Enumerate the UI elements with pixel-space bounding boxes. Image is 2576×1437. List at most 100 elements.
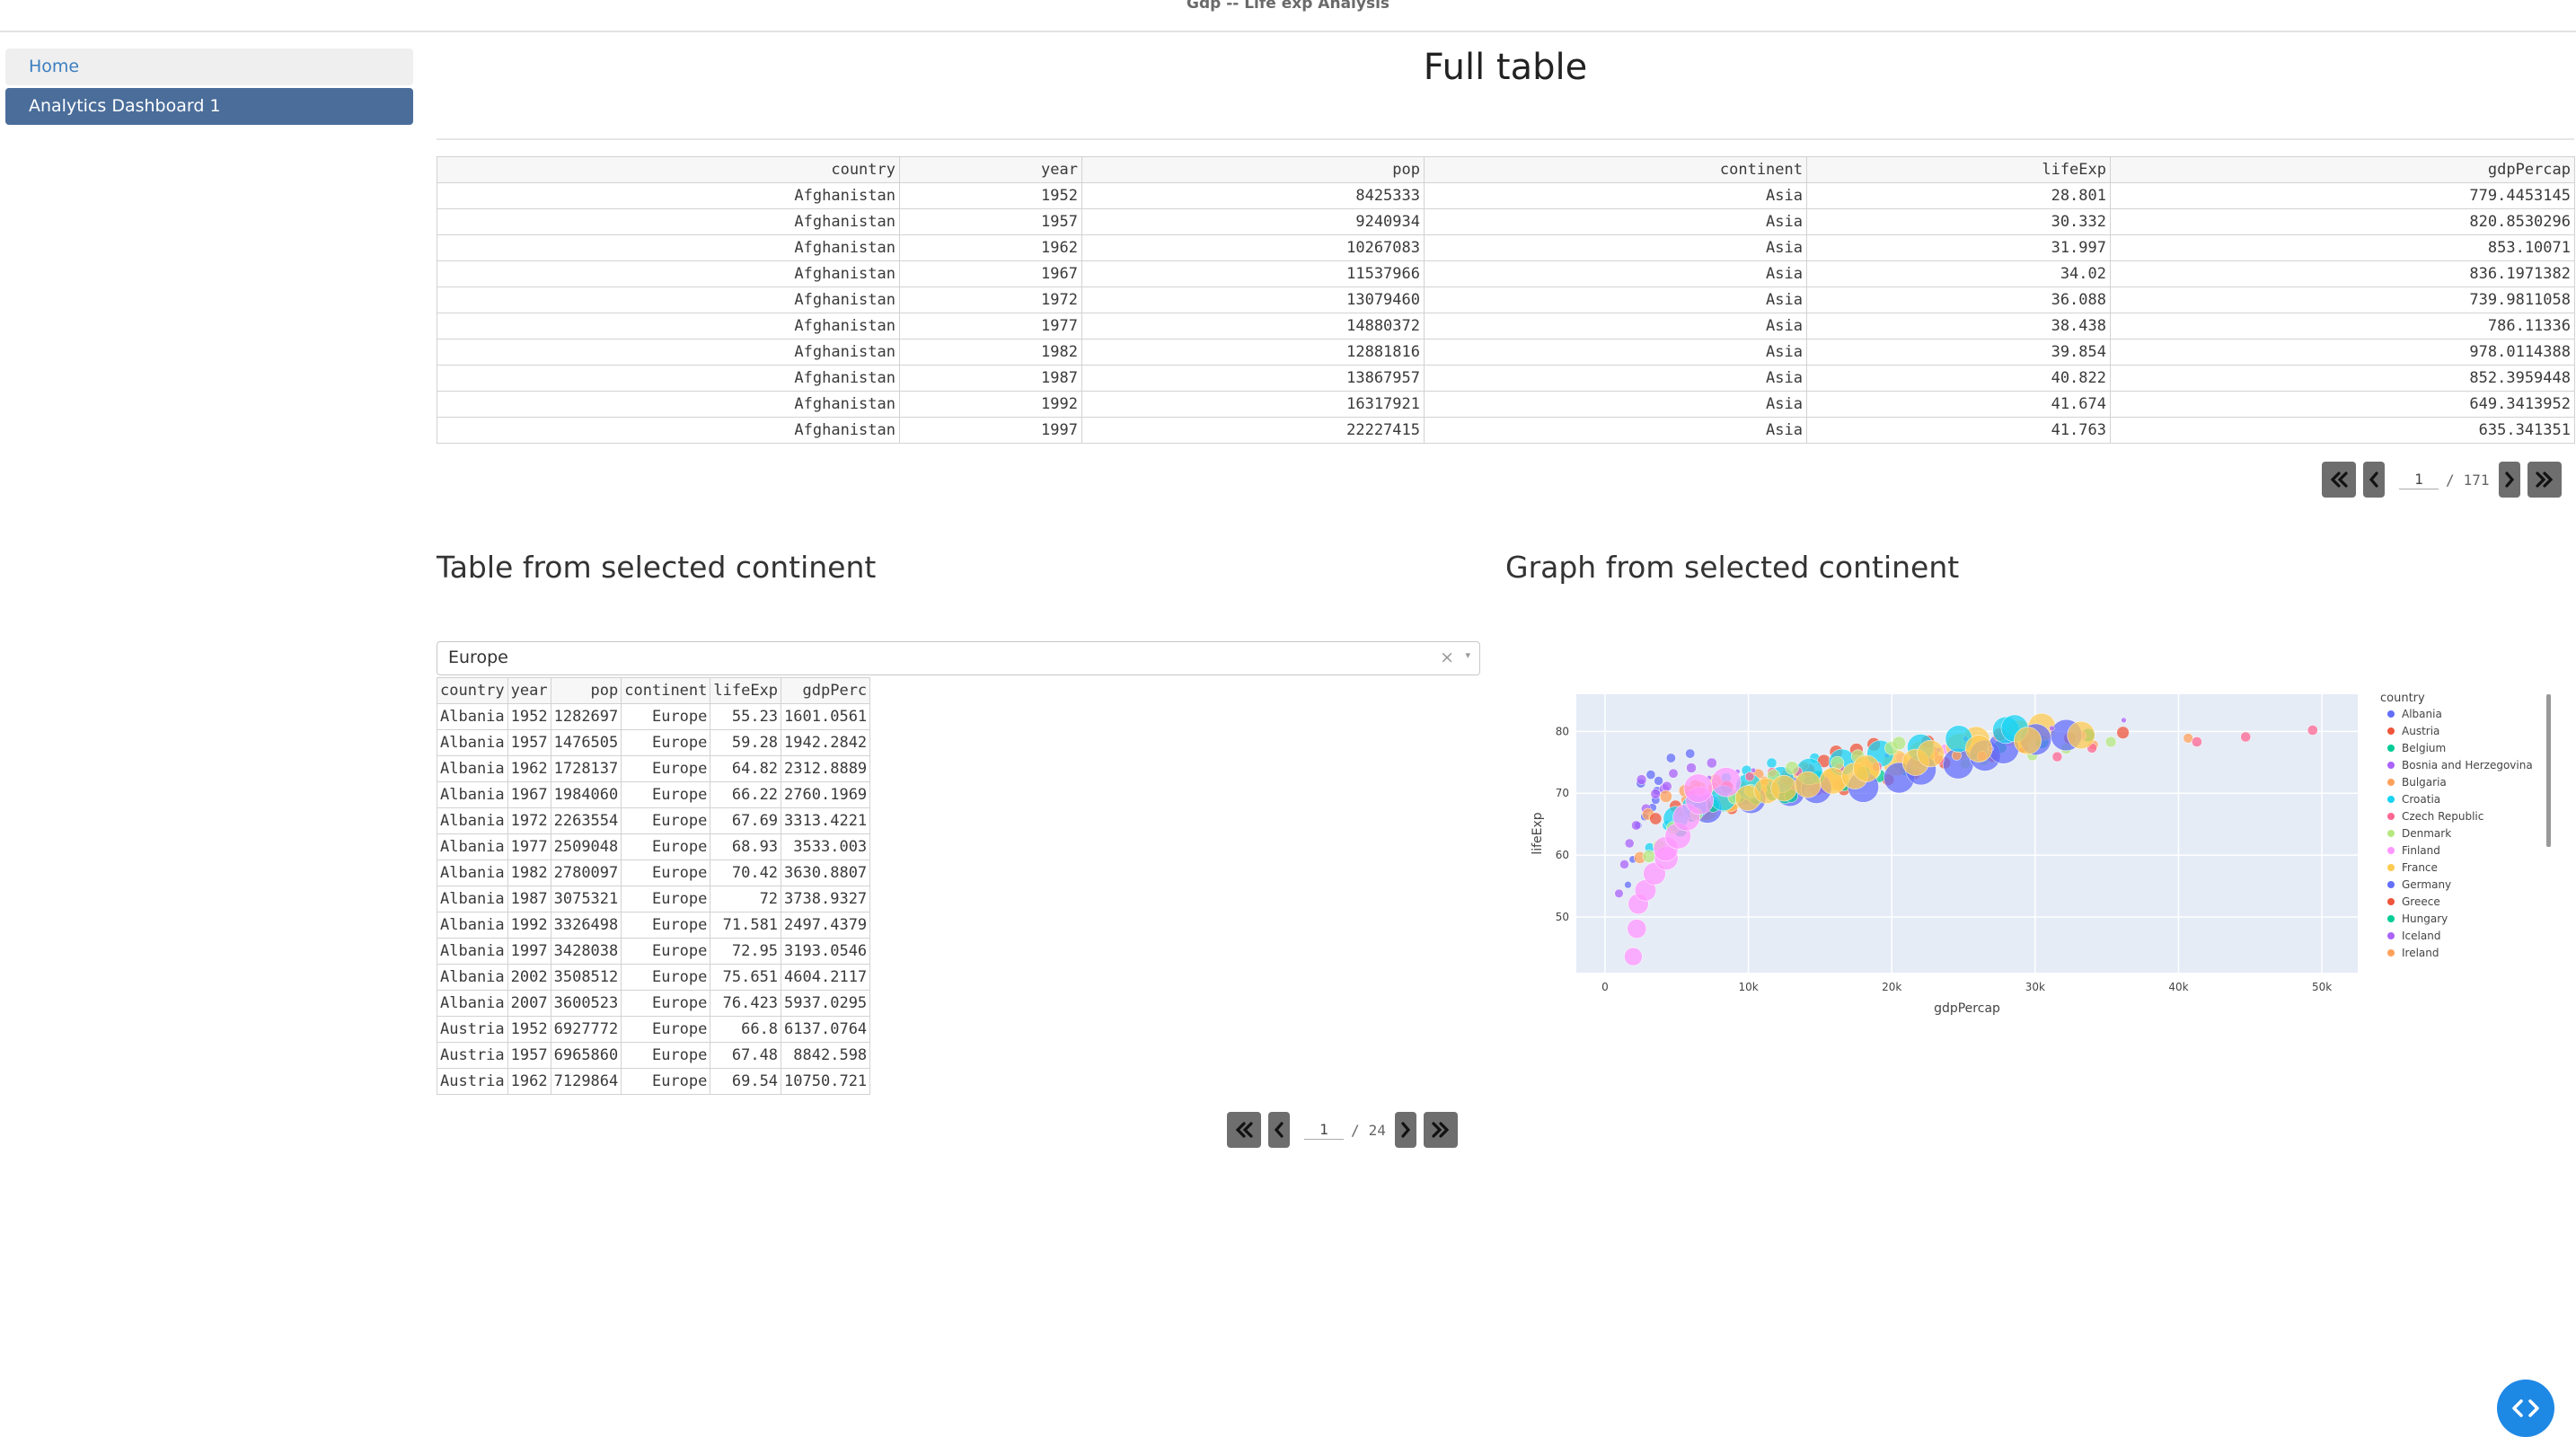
column-header[interactable]: country <box>437 677 508 704</box>
table-cell[interactable]: 39.854 <box>1806 339 2111 366</box>
table-cell[interactable]: Europe <box>621 781 711 808</box>
table-cell[interactable]: Europe <box>621 938 711 965</box>
table-cell[interactable]: 1962 <box>507 755 551 782</box>
table-cell[interactable]: Albania <box>437 781 508 808</box>
table-cell[interactable]: 7129864 <box>550 1068 622 1095</box>
table-cell[interactable]: 1982 <box>507 860 551 886</box>
sidebar-item-home[interactable]: Home <box>5 48 413 85</box>
table-cell[interactable]: 1972 <box>899 287 1082 313</box>
column-header[interactable]: lifeExp <box>710 677 782 704</box>
table-cell[interactable]: Afghanistan <box>437 260 900 287</box>
table-cell[interactable]: 4604.2117 <box>781 964 871 991</box>
column-header[interactable]: year <box>899 156 1082 183</box>
table-cell[interactable]: 59.28 <box>710 729 782 756</box>
table-cell[interactable]: Europe <box>621 1016 711 1043</box>
table-cell[interactable]: Afghanistan <box>437 287 900 313</box>
table-cell[interactable]: Afghanistan <box>437 365 900 392</box>
table-cell[interactable]: 64.82 <box>710 755 782 782</box>
table-cell[interactable]: Austria <box>437 1068 508 1095</box>
column-header[interactable]: continent <box>1424 156 1807 183</box>
table-cell[interactable]: Europe <box>621 755 711 782</box>
table-cell[interactable]: Albania <box>437 833 508 860</box>
table-cell[interactable]: 1977 <box>507 833 551 860</box>
table-cell[interactable]: Asia <box>1424 260 1807 287</box>
table-cell[interactable]: 67.48 <box>710 1042 782 1069</box>
sidebar-item-analytics-dashboard[interactable]: Analytics Dashboard 1 <box>5 88 413 125</box>
table-cell[interactable]: 3600523 <box>550 990 622 1017</box>
table-cell[interactable]: 1992 <box>899 391 1082 418</box>
first-page-button[interactable] <box>2322 462 2356 498</box>
table-cell[interactable]: Afghanistan <box>437 339 900 366</box>
table-cell[interactable]: Albania <box>437 964 508 991</box>
table-cell[interactable]: 1957 <box>899 208 1082 235</box>
table-cell[interactable]: Europe <box>621 860 711 886</box>
table-cell[interactable]: 1601.0561 <box>781 703 871 730</box>
table-cell[interactable]: Europe <box>621 990 711 1017</box>
table-cell[interactable]: 1962 <box>899 234 1082 261</box>
table-cell[interactable]: Albania <box>437 729 508 756</box>
table-cell[interactable]: 72 <box>710 886 782 912</box>
table-cell[interactable]: Austria <box>437 1016 508 1043</box>
table-cell[interactable]: Afghanistan <box>437 234 900 261</box>
table-cell[interactable]: 1992 <box>507 912 551 939</box>
table-cell[interactable]: 71.581 <box>710 912 782 939</box>
table-cell[interactable]: 8842.598 <box>781 1042 871 1069</box>
table-cell[interactable]: 786.11336 <box>2110 313 2575 339</box>
table-cell[interactable]: 635.341351 <box>2110 417 2575 444</box>
table-cell[interactable]: 22227415 <box>1081 417 1425 444</box>
table-cell[interactable]: 1962 <box>507 1068 551 1095</box>
column-header[interactable]: gdpPerc <box>781 677 871 704</box>
table-cell[interactable]: 66.22 <box>710 781 782 808</box>
table-cell[interactable]: 40.822 <box>1806 365 2111 392</box>
table-cell[interactable]: 739.9811058 <box>2110 287 2575 313</box>
table-cell[interactable]: 72.95 <box>710 938 782 965</box>
table-cell[interactable]: Asia <box>1424 339 1807 366</box>
table-cell[interactable]: 1977 <box>899 313 1082 339</box>
table-cell[interactable]: 28.801 <box>1806 182 2111 209</box>
table-cell[interactable]: 3313.4221 <box>781 807 871 834</box>
table-cell[interactable]: Albania <box>437 886 508 912</box>
table-cell[interactable]: 1997 <box>899 417 1082 444</box>
table-cell[interactable]: 2760.1969 <box>781 781 871 808</box>
table-cell[interactable]: 1982 <box>899 339 1082 366</box>
table-cell[interactable]: 1967 <box>507 781 551 808</box>
table-cell[interactable]: Albania <box>437 860 508 886</box>
table-cell[interactable]: Asia <box>1424 234 1807 261</box>
table-cell[interactable]: 34.02 <box>1806 260 2111 287</box>
table-cell[interactable]: Albania <box>437 938 508 965</box>
table-cell[interactable]: 2002 <box>507 964 551 991</box>
table-cell[interactable]: 2312.8889 <box>781 755 871 782</box>
dev-tools-button[interactable] <box>2497 1380 2554 1437</box>
table-cell[interactable]: 55.23 <box>710 703 782 730</box>
column-header[interactable]: country <box>437 156 900 183</box>
column-header[interactable]: pop <box>1081 156 1425 183</box>
previous-page-button[interactable] <box>2363 462 2385 498</box>
table-cell[interactable]: 1728137 <box>550 755 622 782</box>
column-header[interactable]: lifeExp <box>1806 156 2111 183</box>
table-cell[interactable]: 41.763 <box>1806 417 2111 444</box>
column-header[interactable]: gdpPercap <box>2110 156 2575 183</box>
table-cell[interactable]: Asia <box>1424 208 1807 235</box>
table-cell[interactable]: 2263554 <box>550 807 622 834</box>
table-cell[interactable]: 66.8 <box>710 1016 782 1043</box>
table-cell[interactable]: 2497.4379 <box>781 912 871 939</box>
table-cell[interactable]: 1984060 <box>550 781 622 808</box>
table-cell[interactable]: Afghanistan <box>437 391 900 418</box>
last-page-button[interactable] <box>2527 462 2562 498</box>
table-cell[interactable]: 30.332 <box>1806 208 2111 235</box>
column-header[interactable]: pop <box>550 677 622 704</box>
table-cell[interactable]: Europe <box>621 833 711 860</box>
table-cell[interactable]: 5937.0295 <box>781 990 871 1017</box>
table-cell[interactable]: Afghanistan <box>437 208 900 235</box>
table-cell[interactable]: Europe <box>621 1068 711 1095</box>
table-cell[interactable]: Albania <box>437 990 508 1017</box>
table-cell[interactable]: Europe <box>621 886 711 912</box>
table-cell[interactable]: 1282697 <box>550 703 622 730</box>
table-cell[interactable]: 9240934 <box>1081 208 1425 235</box>
table-cell[interactable]: 2509048 <box>550 833 622 860</box>
table-cell[interactable]: 67.69 <box>710 807 782 834</box>
table-cell[interactable]: 3630.8807 <box>781 860 871 886</box>
table-cell[interactable]: 2780097 <box>550 860 622 886</box>
table-cell[interactable]: 3508512 <box>550 964 622 991</box>
table-cell[interactable]: 852.3959448 <box>2110 365 2575 392</box>
